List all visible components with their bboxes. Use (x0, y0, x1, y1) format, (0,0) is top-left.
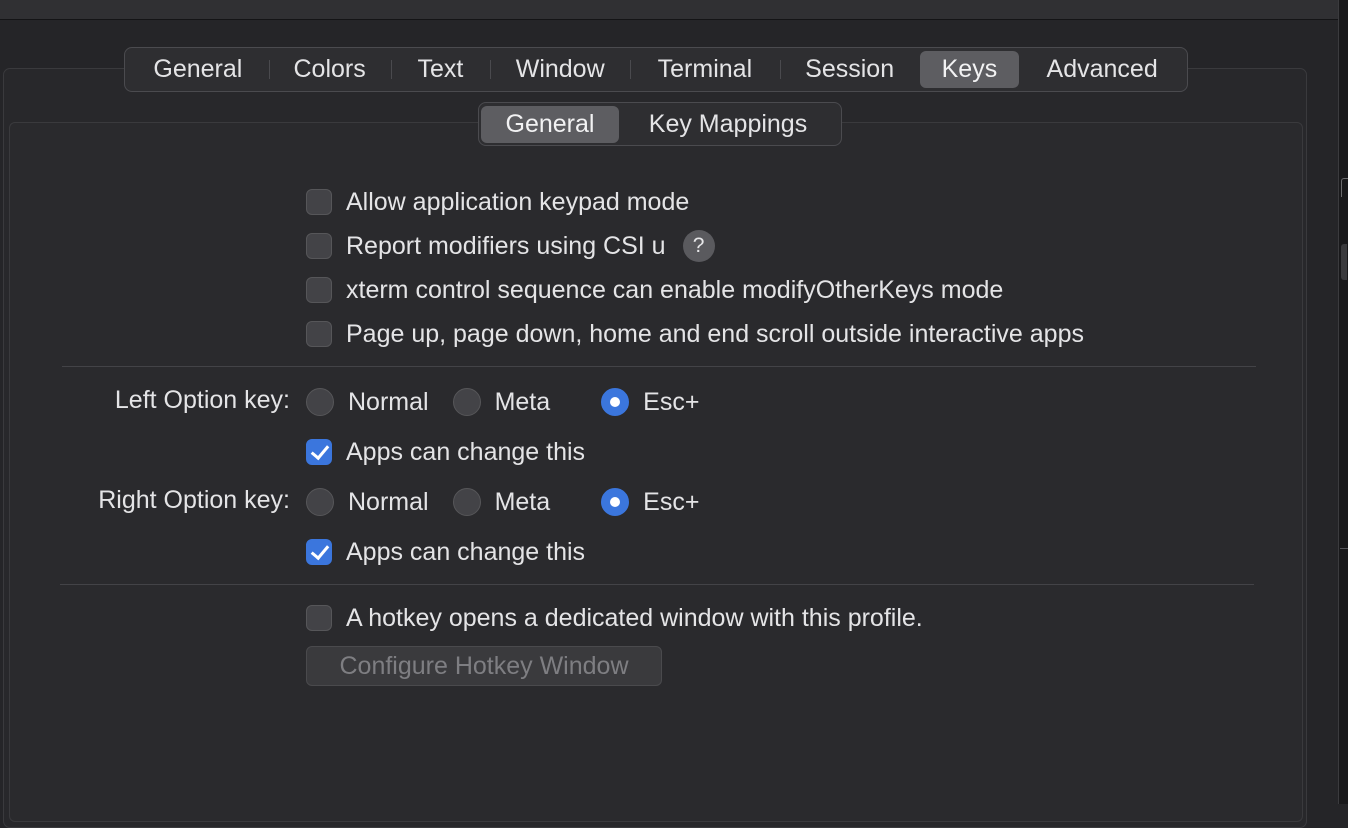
csi-u-checkbox[interactable] (306, 233, 332, 259)
tab-keys[interactable]: Keys (919, 51, 1020, 88)
radio-label: Normal (348, 387, 429, 416)
hotkey-checkbox[interactable] (306, 605, 332, 631)
left-apps-change-label: Apps can change this (346, 437, 586, 466)
option-keypad-mode[interactable]: Allow application keypad mode (306, 186, 689, 218)
tab-general[interactable]: General (127, 51, 269, 88)
keypad-mode-checkbox[interactable] (306, 189, 332, 215)
left-option-key-label: Left Option key: (114, 386, 290, 414)
right-option-meta[interactable]: Meta (452, 487, 551, 517)
modify-other-keys-label: xterm control sequence can enable modify… (346, 275, 1004, 304)
configure-hotkey-window-button[interactable]: Configure Hotkey Window (306, 646, 662, 686)
left-option-apps-change[interactable]: Apps can change this (306, 436, 585, 468)
radio-button[interactable] (452, 388, 481, 416)
tab-terminal[interactable]: Terminal (630, 51, 780, 88)
right-option-normal[interactable]: Normal (306, 488, 429, 517)
radio-label: Meta (494, 387, 551, 416)
modify-other-keys-checkbox[interactable] (306, 277, 332, 303)
page-scroll-label: Page up, page down, home and end scroll … (346, 319, 1084, 348)
left-option-normal[interactable]: Normal (306, 388, 429, 417)
left-option-meta[interactable]: Meta (452, 387, 551, 417)
left-apps-change-checkbox[interactable] (306, 439, 332, 465)
divider (60, 584, 1254, 585)
option-hotkey-window[interactable]: A hotkey opens a dedicated window with t… (306, 602, 923, 634)
tab-session[interactable]: Session (779, 51, 920, 88)
keys-subtab-bar: General Key Mappings (478, 102, 842, 146)
edge-detail (1341, 178, 1348, 197)
help-icon[interactable]: ? (682, 230, 715, 262)
radio-button[interactable] (452, 488, 481, 516)
radio-button[interactable] (601, 388, 630, 416)
window-top-bar (0, 0, 1338, 20)
tab-advanced[interactable]: Advanced (1019, 51, 1185, 88)
keys-general-panel (9, 122, 1303, 822)
radio-label: Esc+ (643, 387, 700, 416)
right-apps-change-checkbox[interactable] (306, 539, 332, 565)
right-option-key-radio-group: Normal Meta Esc+ (306, 486, 699, 518)
subtab-key-mappings[interactable]: Key Mappings (619, 106, 837, 143)
radio-label: Normal (348, 487, 429, 516)
radio-label: Esc+ (643, 487, 700, 516)
subtab-general[interactable]: General (481, 105, 619, 143)
right-option-apps-change[interactable]: Apps can change this (306, 536, 585, 568)
tab-text[interactable]: Text (390, 51, 491, 88)
radio-button[interactable] (306, 488, 334, 516)
profile-tab-bar: General Colors Text Window Terminal Sess… (124, 47, 1188, 92)
adjacent-window-edge (1338, 0, 1348, 804)
option-modify-other-keys[interactable]: xterm control sequence can enable modify… (306, 274, 1003, 306)
csi-u-label: Report modifiers using CSI u (346, 231, 666, 260)
right-option-key-label: Right Option key: (98, 486, 290, 514)
keypad-mode-label: Allow application keypad mode (346, 187, 690, 216)
edge-detail (1341, 244, 1347, 280)
hotkey-label: A hotkey opens a dedicated window with t… (346, 603, 923, 632)
radio-label: Meta (494, 487, 551, 516)
tab-colors[interactable]: Colors (268, 51, 391, 88)
right-apps-change-label: Apps can change this (346, 537, 586, 566)
tab-window[interactable]: Window (490, 51, 630, 88)
divider (62, 366, 1256, 367)
edge-detail (1340, 548, 1348, 549)
option-csi-u[interactable]: Report modifiers using CSI u ? (306, 230, 715, 262)
option-page-scroll[interactable]: Page up, page down, home and end scroll … (306, 318, 1084, 350)
left-option-esc[interactable]: Esc+ (601, 388, 699, 417)
right-option-esc[interactable]: Esc+ (601, 488, 699, 517)
radio-button[interactable] (601, 488, 630, 516)
page-scroll-checkbox[interactable] (306, 321, 332, 347)
radio-button[interactable] (306, 388, 334, 416)
left-option-key-radio-group: Normal Meta Esc+ (306, 386, 699, 418)
